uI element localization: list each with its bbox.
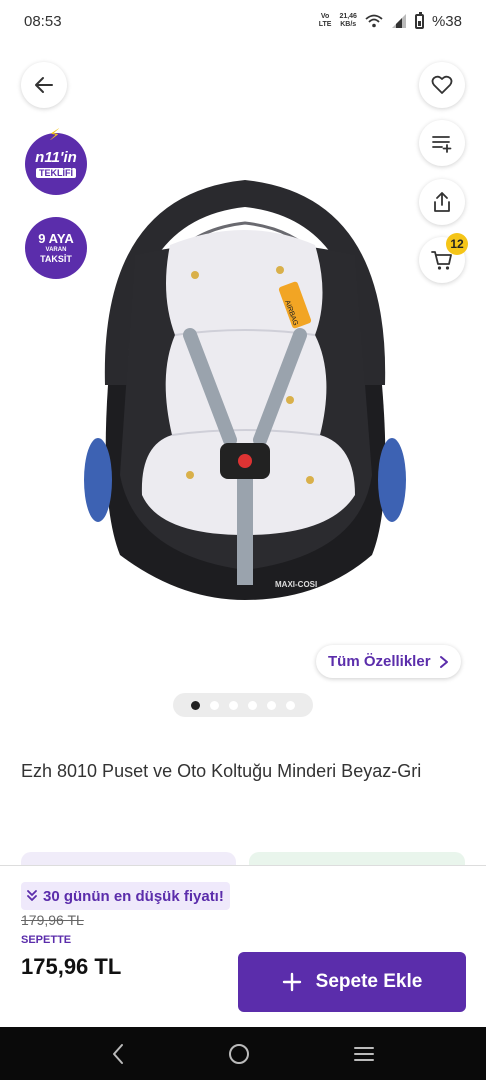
add-to-cart-label: Sepete Ekle	[315, 971, 423, 992]
promo-offer-line1: n11'in	[35, 149, 77, 166]
cart-button[interactable]: 12	[419, 233, 468, 283]
promo-installment-line1: 9 AYA	[38, 230, 74, 246]
back-button[interactable]	[21, 62, 67, 108]
heart-icon	[431, 75, 453, 94]
nav-back-icon[interactable]	[111, 1043, 125, 1065]
promo-installment-line3: TAKSİT	[40, 253, 72, 264]
purchase-bar: 30 günün en düşük fiyatı! 179,96 TL SEPE…	[0, 865, 486, 1027]
lightning-icon: ⚡	[49, 127, 61, 144]
favorite-button[interactable]	[419, 62, 465, 108]
lowest-price-text: 30 günün en düşük fiyatı!	[43, 887, 224, 905]
image-pagination[interactable]	[173, 693, 313, 717]
double-chevron-down-icon	[27, 890, 37, 901]
nav-recents-icon[interactable]	[353, 1045, 375, 1063]
chevron-right-icon	[439, 655, 448, 668]
share-button[interactable]	[419, 179, 465, 225]
product-brand-label: MAXI-COSI	[275, 580, 317, 589]
promo-installment-line2: VARAN	[45, 246, 67, 253]
product-image[interactable]: AIRBAG MAXI-COSI	[80, 175, 410, 605]
old-price: 179,96 TL	[21, 912, 84, 928]
compare-list-button[interactable]	[419, 120, 465, 166]
product-title: Ezh 8010 Puset ve Oto Koltuğu Minderi Be…	[21, 761, 422, 781]
all-features-label: Tüm Özellikler	[328, 653, 431, 670]
all-features-button[interactable]: Tüm Özellikler	[316, 645, 461, 678]
share-icon	[434, 192, 450, 212]
cart-count-badge: 12	[446, 233, 468, 255]
lowest-price-tag: 30 günün en düşük fiyatı!	[21, 882, 230, 910]
nav-home-icon[interactable]	[227, 1042, 251, 1066]
price: 175,96 TL	[21, 954, 122, 979]
pagination-dot[interactable]	[248, 700, 257, 710]
pagination-dot[interactable]	[229, 700, 238, 710]
pagination-dot[interactable]	[267, 700, 276, 710]
add-to-cart-button[interactable]: Sepete Ekle	[238, 952, 466, 1012]
promo-badge-offer[interactable]: ⚡ n11'in TEKLİFİ	[25, 127, 87, 195]
plus-icon	[282, 972, 301, 992]
promo-badge-installment[interactable]: 9 AYA VARAN TAKSİT	[25, 217, 87, 279]
promo-offer-line2: TEKLİFİ	[36, 168, 76, 178]
pagination-dot[interactable]	[286, 700, 295, 710]
basket-label: SEPETTE	[21, 934, 72, 946]
list-add-icon	[432, 136, 452, 153]
pagination-dot[interactable]	[191, 700, 200, 710]
arrow-left-icon	[35, 77, 53, 93]
product-gallery[interactable]: AIRBAG MAXI-COSI 12 ⚡ n11'in TEKLİFİ 9 A…	[0, 0, 486, 732]
system-nav-bar	[0, 1027, 486, 1080]
pagination-dot[interactable]	[210, 700, 219, 710]
